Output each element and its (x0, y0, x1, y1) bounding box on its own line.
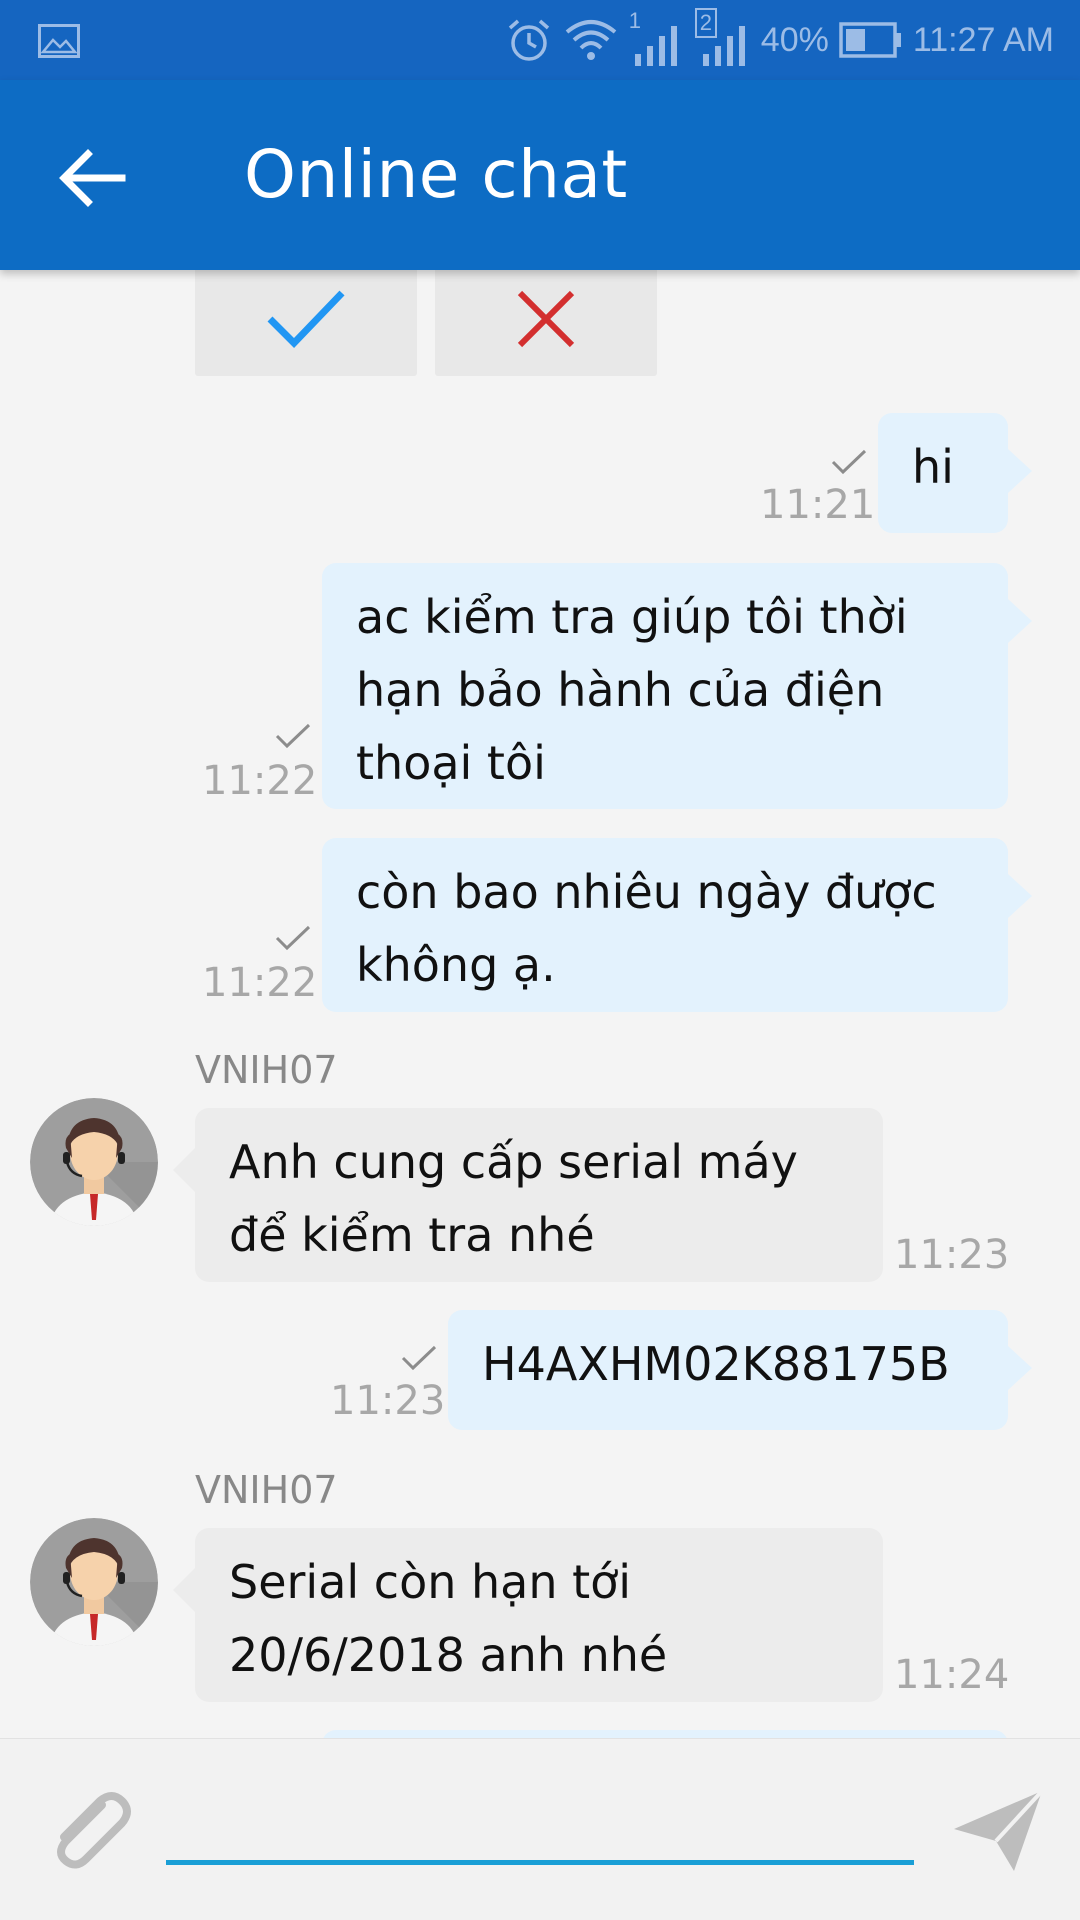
signal-icon-sim1: 1 (629, 8, 685, 66)
check-icon (831, 449, 867, 475)
message-time: 11:22 (202, 758, 318, 804)
message-list: hi 11:21 ac kiểm tra giúp tôi thời hạn b… (0, 270, 1080, 1738)
agent-message-bubble[interactable]: Serial còn hạn tới 20/6/2018 anh nhé (173, 1528, 883, 1702)
message-text: H4AXHM02K88175B (482, 1337, 950, 1391)
check-icon (275, 723, 311, 749)
my-message-bubble[interactable]: ac kiểm tra giúp tôi thời hạn bảo hành c… (322, 563, 1032, 809)
close-icon (517, 290, 575, 348)
check-icon (267, 290, 345, 349)
signal-icon-sim2: 2 (694, 8, 751, 66)
confirm-button[interactable] (195, 270, 417, 376)
paperclip-icon[interactable] (40, 1783, 136, 1879)
page-title: Online chat (244, 136, 628, 213)
message-time: 11:22 (202, 960, 318, 1006)
my-message-bubble[interactable]: hi (878, 413, 1032, 533)
agent-message-bubble[interactable]: Anh cung cấp serial máy để kiểm tra nhé (173, 1108, 883, 1282)
chat-screen: 1 2 40% 11:27 AM Online chat hi 11:21 ac… (0, 0, 1080, 1920)
message-input[interactable] (166, 1779, 914, 1865)
status-bar: 1 2 40% 11:27 AM (0, 0, 1080, 80)
my-message-bubble[interactable]: còn bao nhiêu ngày được không ạ. (322, 838, 1032, 1012)
message-line: không ạ. (356, 938, 556, 992)
battery-percent: 40% (760, 20, 829, 59)
cancel-button[interactable] (435, 270, 657, 376)
sender-name: VNIH07 (195, 1468, 338, 1512)
alarm-icon (508, 19, 549, 61)
message-line: ac kiểm tra giúp tôi thời (356, 590, 908, 644)
message-line: hạn bảo hành của điện (356, 663, 885, 717)
message-text: hi (912, 440, 954, 494)
agent-avatar (30, 1098, 158, 1226)
check-icon (401, 1345, 437, 1371)
message-line: Anh cung cấp serial máy (229, 1135, 798, 1189)
message-composer (0, 1738, 1080, 1920)
message-line: Serial còn hạn tới (229, 1555, 632, 1609)
message-line: 20/6/2018 anh nhé (229, 1628, 668, 1682)
app-toolbar: Online chat (0, 80, 1080, 270)
message-line: để kiểm tra nhé (229, 1208, 595, 1262)
message-line: thoại tôi (356, 736, 546, 790)
my-message-bubble[interactable]: H4AXHM02K88175B (448, 1310, 1032, 1430)
battery-icon (839, 22, 901, 58)
sender-name: VNIH07 (195, 1048, 338, 1092)
check-icon (275, 925, 311, 951)
wifi-icon (565, 20, 617, 60)
message-time: 11:23 (330, 1378, 446, 1424)
agent-avatar (30, 1518, 158, 1646)
my-message-bubble[interactable] (322, 1730, 1008, 1738)
message-time: 11:21 (760, 482, 876, 528)
send-icon[interactable] (950, 1783, 1046, 1879)
arrow-left-icon[interactable] (52, 138, 132, 218)
status-time: 11:27 AM (912, 20, 1054, 59)
message-time: 11:23 (894, 1232, 1010, 1278)
gallery-icon (38, 24, 80, 58)
message-line: còn bao nhiêu ngày được (356, 865, 937, 919)
message-time: 11:24 (894, 1652, 1010, 1698)
